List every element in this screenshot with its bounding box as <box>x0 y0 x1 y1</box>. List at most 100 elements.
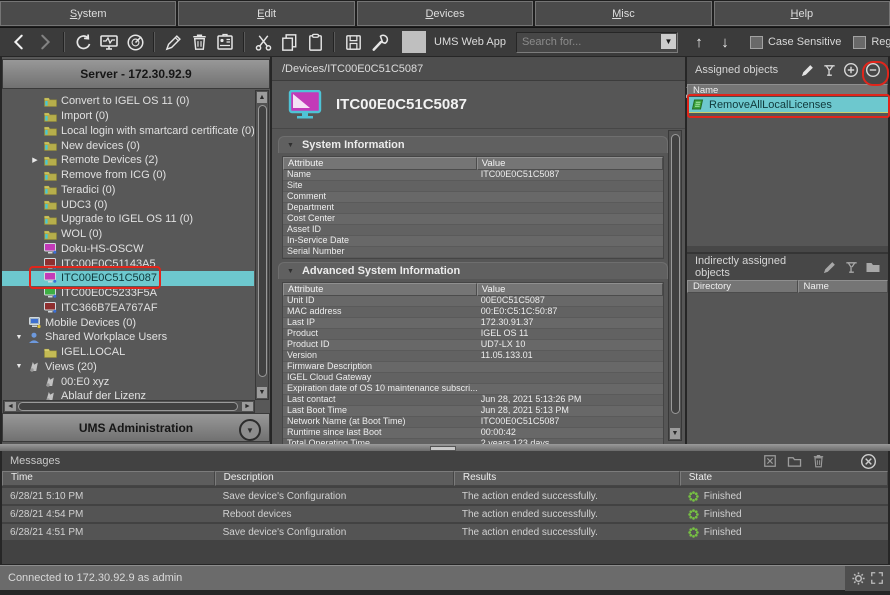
table-row[interactable]: In-Service Date <box>283 236 663 247</box>
section-system-information[interactable]: ▼ System Information <box>278 136 668 153</box>
settings-wrench-button[interactable] <box>366 30 392 54</box>
table-row[interactable]: Serial Number <box>283 247 663 258</box>
tree-item[interactable]: ITC00E0C5233F5A <box>2 286 254 301</box>
search-prev-button[interactable]: ↑ <box>686 30 712 54</box>
scrollbar-thumb[interactable] <box>18 402 238 411</box>
scroll-down-button[interactable]: ▼ <box>670 428 680 439</box>
table-row[interactable]: Version11.05.133.01 <box>283 351 663 362</box>
tree-item[interactable]: Remove from ICG (0) <box>2 168 254 183</box>
table-row[interactable]: Asset ID <box>283 225 663 236</box>
table-row[interactable]: Last IP172.30.91.37 <box>283 318 663 329</box>
chevron-down-icon[interactable]: ▼ <box>14 334 24 341</box>
table-row[interactable]: ProductIGEL OS 11 <box>283 329 663 340</box>
assigned-object-row[interactable]: RemoveAllLocalLicenses <box>687 97 888 113</box>
forward-button[interactable] <box>32 30 58 54</box>
folder-icon[interactable] <box>862 258 884 276</box>
tree-item[interactable]: Import (0) <box>2 109 254 124</box>
table-row[interactable]: Firmware Description <box>283 362 663 373</box>
search-input[interactable] <box>517 33 677 52</box>
column-value[interactable]: Value <box>477 157 663 170</box>
add-assignment-button[interactable] <box>840 61 862 79</box>
column-attribute[interactable]: Attribute <box>283 157 477 170</box>
column-value[interactable]: Value <box>477 283 663 296</box>
menu-misc[interactable]: Misc <box>535 1 711 26</box>
delete-trash-button[interactable] <box>186 30 212 54</box>
delete-messages-icon[interactable] <box>806 453 830 469</box>
folder-icon[interactable] <box>782 453 806 469</box>
tree-item[interactable]: ITC366B7EA767AF <box>2 301 254 316</box>
tree-item[interactable]: UDC3 (0) <box>2 197 254 212</box>
edit-pencil-button[interactable] <box>160 30 186 54</box>
tree-item[interactable]: ▼Shared Workplace Users <box>2 330 254 345</box>
tree-item[interactable]: 00:E0 xyz <box>2 374 254 389</box>
checkbox-case-sensitive[interactable]: Case Sensitive <box>750 36 841 49</box>
expand-circle-button[interactable]: ▼ <box>239 419 261 441</box>
gear-icon[interactable] <box>851 571 866 586</box>
search-next-button[interactable]: ↓ <box>712 30 738 54</box>
back-button[interactable] <box>6 30 32 54</box>
tree-item[interactable]: Teradici (0) <box>2 183 254 198</box>
main-vertical-scrollbar[interactable]: ▼ <box>668 130 682 441</box>
column-attribute[interactable]: Attribute <box>283 283 477 296</box>
device-monitor-button[interactable] <box>96 30 122 54</box>
scroll-up-button[interactable]: ▲ <box>257 92 267 103</box>
tree-item[interactable]: New devices (0) <box>2 138 254 153</box>
tree-vertical-scrollbar[interactable]: ▲ ▼ <box>255 90 269 400</box>
menu-help[interactable]: Help <box>714 1 890 26</box>
ums-administration-footer[interactable]: UMS Administration ▼ <box>2 413 270 442</box>
scroll-right-button[interactable]: ► <box>242 402 253 411</box>
table-row[interactable]: Site <box>283 181 663 192</box>
tree-item[interactable]: ITC00E0C51C5087 <box>2 271 254 286</box>
scrollbar-thumb[interactable] <box>671 134 680 414</box>
table-row[interactable]: IGEL Cloud Gateway <box>283 373 663 384</box>
table-row[interactable]: Comment <box>283 192 663 203</box>
tree-item[interactable]: Mobile Devices (0) <box>2 315 254 330</box>
scroll-left-button[interactable]: ◄ <box>5 402 16 411</box>
message-row[interactable]: 6/28/21 4:51 PMSave device's Configurati… <box>2 524 888 540</box>
chevron-right-icon[interactable]: ▶ <box>30 156 40 164</box>
cut-scissors-button[interactable] <box>250 30 276 54</box>
tree-item[interactable]: ▶Remote Devices (2) <box>2 153 254 168</box>
table-row[interactable]: Last contactJun 28, 2021 5:13:26 PM <box>283 395 663 406</box>
clear-message-icon[interactable] <box>758 453 782 469</box>
tree-item[interactable]: Upgrade to IGEL OS 11 (0) <box>2 212 254 227</box>
tree-item[interactable]: ▼Views (20) <box>2 360 254 375</box>
table-row[interactable]: Product IDUD7-LX 10 <box>283 340 663 351</box>
app-square-button[interactable] <box>402 31 426 53</box>
remove-assignment-button[interactable] <box>862 61 884 79</box>
menu-devices[interactable]: Devices <box>357 1 533 26</box>
edit-pencil-icon[interactable] <box>818 258 840 276</box>
message-row[interactable]: 6/28/21 4:54 PMReboot devicesThe action … <box>2 506 888 522</box>
filter-funnel-icon[interactable] <box>840 258 862 276</box>
scroll-down-button[interactable]: ▼ <box>257 387 267 398</box>
expand-corners-icon[interactable] <box>870 571 884 585</box>
table-row[interactable]: Last Boot TimeJun 28, 2021 5:13 PM <box>283 406 663 417</box>
horizontal-splitter[interactable] <box>0 444 890 451</box>
filter-funnel-icon[interactable] <box>818 61 840 79</box>
tree-horizontal-scrollbar[interactable]: ◄ ► <box>3 400 255 413</box>
table-row[interactable]: Runtime since last Boot00:00:42 <box>283 428 663 439</box>
edit-pencil-icon[interactable] <box>796 61 818 79</box>
table-row[interactable]: Unit ID00E0C51C5087 <box>283 296 663 307</box>
table-row[interactable]: NameITC00E0C51C5087 <box>283 170 663 181</box>
table-row[interactable]: Cost Center <box>283 214 663 225</box>
tree-item[interactable]: Ablauf der Lizenz <box>2 389 254 400</box>
refresh-button[interactable] <box>70 30 96 54</box>
menu-system[interactable]: System <box>0 1 176 26</box>
scrollbar-thumb[interactable] <box>258 105 267 377</box>
scan-radar-button[interactable] <box>122 30 148 54</box>
close-messages-button[interactable] <box>856 453 880 469</box>
profile-card-button[interactable] <box>212 30 238 54</box>
save-button[interactable] <box>340 30 366 54</box>
paste-clipboard-button[interactable] <box>302 30 328 54</box>
section-advanced-system-information[interactable]: ▼ Advanced System Information <box>278 262 668 279</box>
copy-button[interactable] <box>276 30 302 54</box>
table-row[interactable]: Department <box>283 203 663 214</box>
table-row[interactable]: Expiration date of OS 10 maintenance sub… <box>283 384 663 395</box>
tree-item[interactable]: ITC00E0C51143A5 <box>2 256 254 271</box>
search-dropdown-button[interactable]: ▼ <box>661 34 676 49</box>
menu-edit[interactable]: Edit <box>178 1 354 26</box>
tree-item[interactable]: Local login with smartcard certificate (… <box>2 124 254 139</box>
tree-item[interactable]: Convert to IGEL OS 11 (0) <box>2 94 254 109</box>
table-row[interactable]: MAC address00:E0:C5:1C:50:87 <box>283 307 663 318</box>
